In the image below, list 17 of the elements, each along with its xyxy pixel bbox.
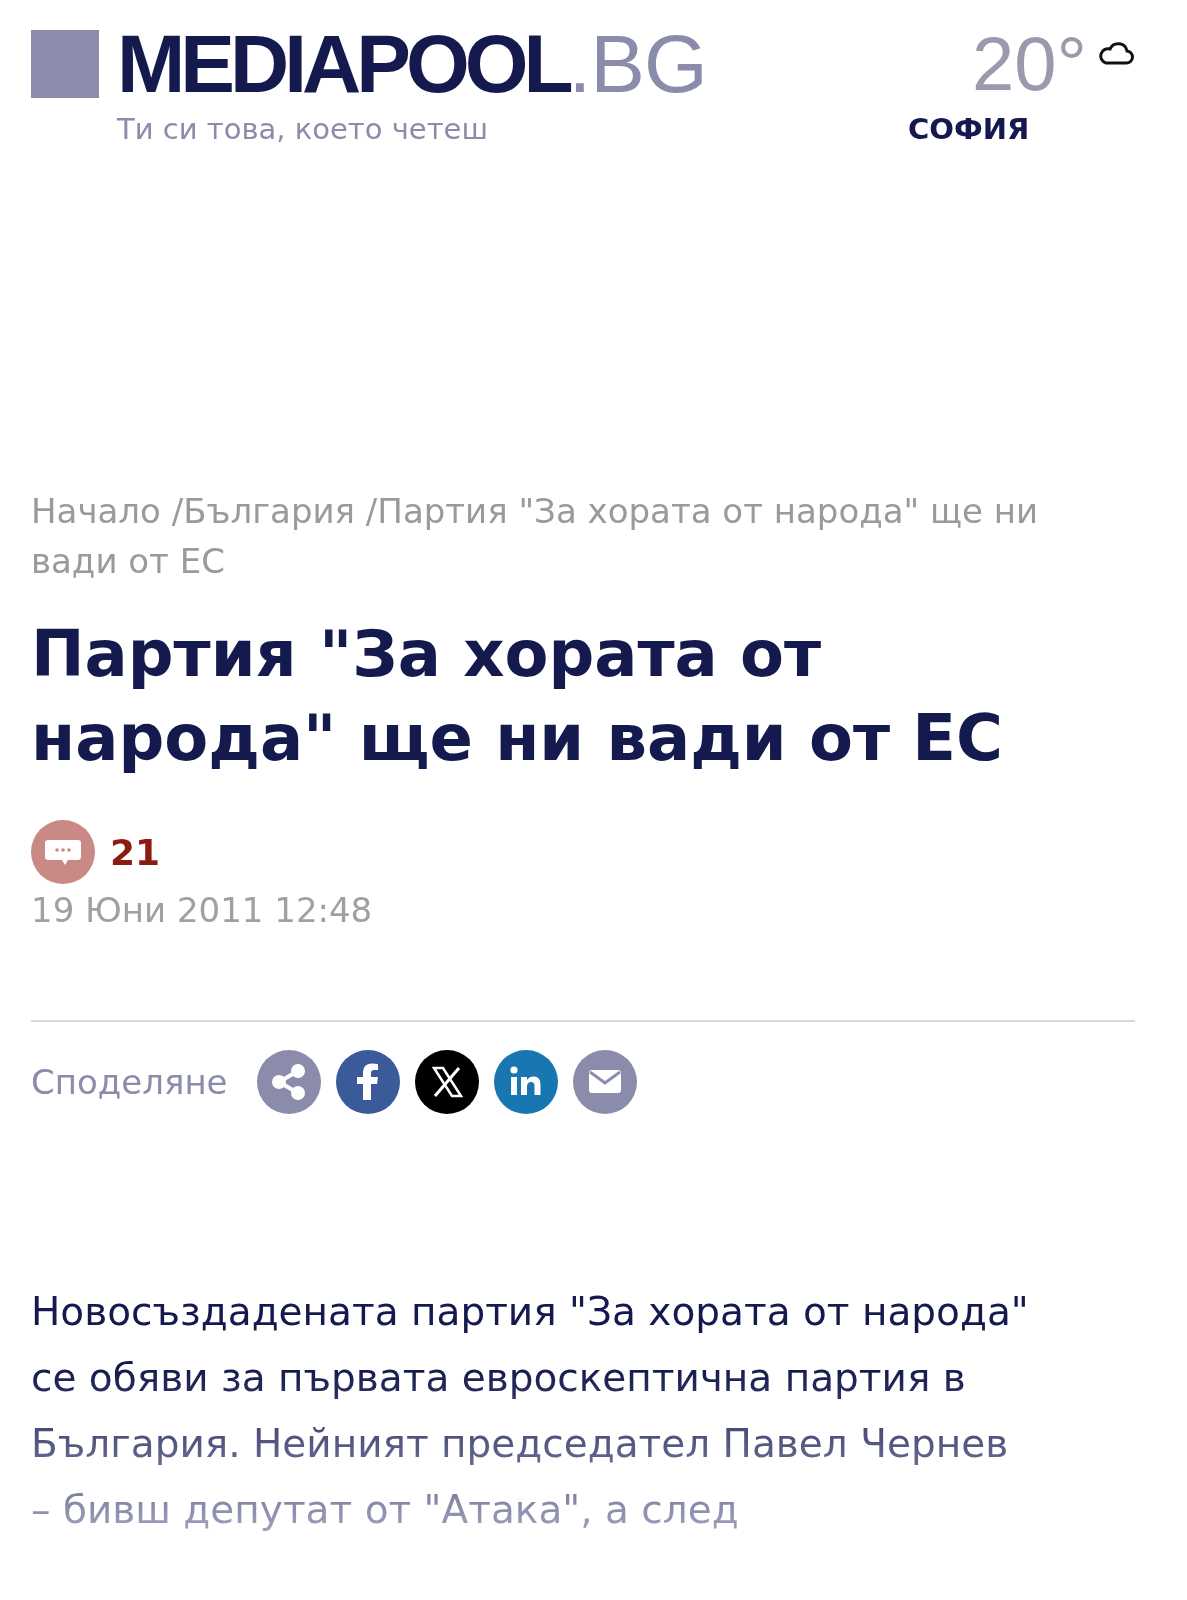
x-icon[interactable] bbox=[414, 1050, 479, 1114]
email-icon[interactable] bbox=[572, 1050, 637, 1114]
share-label: Споделяне bbox=[31, 1062, 228, 1102]
breadcrumb: Начало /България /Партия "За хората от народа" ще ни вади от ЕС bbox=[31, 490, 1040, 583]
linkedin-icon[interactable] bbox=[493, 1050, 558, 1114]
comment-icon[interactable] bbox=[31, 820, 95, 884]
article-title: Партия "За хората от народа" ще ни вади от ЕС bbox=[31, 616, 1004, 777]
tagline: Ти си това, което четеш bbox=[117, 112, 489, 146]
temperature: 20° bbox=[972, 28, 1087, 100]
facebook-icon[interactable] bbox=[335, 1050, 400, 1114]
publish-date: 19 Юни 2011 12:48 bbox=[31, 890, 374, 930]
cloud-icon bbox=[1097, 40, 1135, 66]
comment-count[interactable]: 21 bbox=[110, 831, 161, 873]
site-logo[interactable]: MEDIAPOOL.BG bbox=[117, 28, 707, 100]
share-icon[interactable] bbox=[256, 1050, 321, 1114]
logo-square bbox=[31, 30, 99, 98]
city-name: СОФИЯ bbox=[908, 112, 1030, 146]
